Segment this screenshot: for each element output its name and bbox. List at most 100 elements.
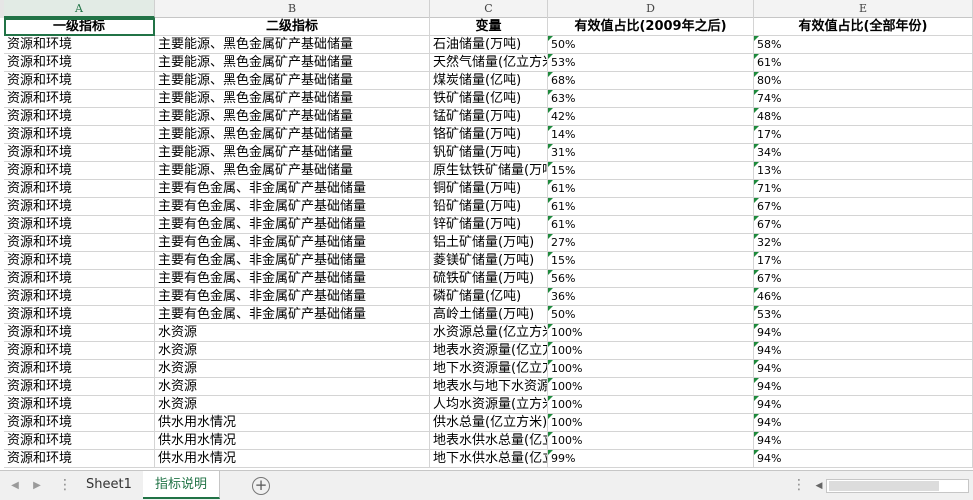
sheet-tab-sheet1[interactable]: Sheet1 <box>74 471 145 499</box>
cell-category[interactable]: 资源和环境 <box>4 36 155 54</box>
cell-valid-ratio-since-2009[interactable]: 50% <box>548 306 754 324</box>
tab-split-handle-icon[interactable]: ⋮ <box>792 477 806 493</box>
cell-category[interactable]: 资源和环境 <box>4 144 155 162</box>
cell-valid-ratio-since-2009[interactable]: 53% <box>548 54 754 72</box>
cell-variable[interactable]: 人均水资源量(立方米/人) <box>430 396 548 414</box>
cell-subcategory[interactable]: 水资源 <box>155 324 430 342</box>
cell-category[interactable]: 资源和环境 <box>4 396 155 414</box>
cell-valid-ratio-since-2009[interactable]: 100% <box>548 378 754 396</box>
cell-valid-ratio-all-years[interactable]: 94% <box>754 396 973 414</box>
cell-valid-ratio-all-years[interactable]: 94% <box>754 360 973 378</box>
cell-valid-ratio-all-years[interactable]: 32% <box>754 234 973 252</box>
cell-valid-ratio-since-2009[interactable]: 100% <box>548 342 754 360</box>
cell-valid-ratio-since-2009[interactable]: 100% <box>548 396 754 414</box>
cell-subcategory[interactable]: 主要能源、黑色金属矿产基础储量 <box>155 162 430 180</box>
cell-subcategory[interactable]: 主要能源、黑色金属矿产基础储量 <box>155 54 430 72</box>
scroll-left-icon[interactable]: ◀ <box>812 479 826 493</box>
column-header-e[interactable]: E <box>754 0 973 18</box>
cell-valid-ratio-all-years[interactable]: 61% <box>754 54 973 72</box>
cell-variable[interactable]: 天然气储量(亿立方米) <box>430 54 548 72</box>
cell-valid-ratio-since-2009[interactable]: 56% <box>548 270 754 288</box>
cell-variable[interactable]: 锰矿储量(万吨) <box>430 108 548 126</box>
cell-valid-ratio-all-years[interactable]: 48% <box>754 108 973 126</box>
cell-subcategory[interactable]: 主要有色金属、非金属矿产基础储量 <box>155 288 430 306</box>
column-header-d[interactable]: D <box>548 0 754 18</box>
cell-subcategory[interactable]: 供水用水情况 <box>155 414 430 432</box>
cell-variable[interactable]: 铁矿储量(亿吨) <box>430 90 548 108</box>
cell-subcategory[interactable]: 主要能源、黑色金属矿产基础储量 <box>155 144 430 162</box>
cell-valid-ratio-all-years[interactable]: 94% <box>754 342 973 360</box>
cell-variable[interactable]: 锌矿储量(万吨) <box>430 216 548 234</box>
cell-category[interactable]: 资源和环境 <box>4 252 155 270</box>
cell-variable[interactable]: 地下水供水总量(亿立方米) <box>430 450 548 468</box>
cell-valid-ratio-since-2009[interactable]: 61% <box>548 180 754 198</box>
cell-valid-ratio-since-2009[interactable]: 61% <box>548 198 754 216</box>
cell-variable[interactable]: 磷矿储量(亿吨) <box>430 288 548 306</box>
cell-category[interactable]: 资源和环境 <box>4 126 155 144</box>
cell-variable[interactable]: 石油储量(万吨) <box>430 36 548 54</box>
cell-subcategory[interactable]: 主要有色金属、非金属矿产基础储量 <box>155 234 430 252</box>
cell-category[interactable]: 资源和环境 <box>4 432 155 450</box>
cell-variable[interactable]: 高岭土储量(万吨) <box>430 306 548 324</box>
cell-category[interactable]: 资源和环境 <box>4 414 155 432</box>
header-cell-d[interactable]: 有效值占比(2009年之后) <box>548 18 754 36</box>
cell-category[interactable]: 资源和环境 <box>4 324 155 342</box>
cell-category[interactable]: 资源和环境 <box>4 180 155 198</box>
cell-subcategory[interactable]: 主要有色金属、非金属矿产基础储量 <box>155 270 430 288</box>
cell-category[interactable]: 资源和环境 <box>4 288 155 306</box>
cell-subcategory[interactable]: 供水用水情况 <box>155 432 430 450</box>
cell-valid-ratio-since-2009[interactable]: 15% <box>548 252 754 270</box>
cell-valid-ratio-since-2009[interactable]: 100% <box>548 432 754 450</box>
header-cell-a[interactable]: 一级指标 <box>4 18 155 36</box>
cell-valid-ratio-all-years[interactable]: 58% <box>754 36 973 54</box>
cell-valid-ratio-all-years[interactable]: 94% <box>754 324 973 342</box>
next-sheet-icon[interactable]: ▶ <box>30 479 44 493</box>
cell-variable[interactable]: 水资源总量(亿立方米) <box>430 324 548 342</box>
cell-category[interactable]: 资源和环境 <box>4 72 155 90</box>
cell-category[interactable]: 资源和环境 <box>4 342 155 360</box>
cell-subcategory[interactable]: 主要有色金属、非金属矿产基础储量 <box>155 252 430 270</box>
cell-variable[interactable]: 硫铁矿储量(万吨) <box>430 270 548 288</box>
cell-valid-ratio-all-years[interactable]: 94% <box>754 450 973 468</box>
cell-valid-ratio-all-years[interactable]: 74% <box>754 90 973 108</box>
tab-overflow-icon[interactable]: ⋮ <box>58 477 72 493</box>
cell-variable[interactable]: 供水总量(亿立方米) <box>430 414 548 432</box>
cell-valid-ratio-all-years[interactable]: 67% <box>754 216 973 234</box>
cell-subcategory[interactable]: 主要能源、黑色金属矿产基础储量 <box>155 36 430 54</box>
cell-category[interactable]: 资源和环境 <box>4 360 155 378</box>
cell-subcategory[interactable]: 主要有色金属、非金属矿产基础储量 <box>155 198 430 216</box>
cell-valid-ratio-all-years[interactable]: 13% <box>754 162 973 180</box>
cell-subcategory[interactable]: 主要能源、黑色金属矿产基础储量 <box>155 72 430 90</box>
cell-valid-ratio-all-years[interactable]: 94% <box>754 378 973 396</box>
cell-category[interactable]: 资源和环境 <box>4 234 155 252</box>
cell-valid-ratio-since-2009[interactable]: 100% <box>548 414 754 432</box>
cell-category[interactable]: 资源和环境 <box>4 270 155 288</box>
cell-category[interactable]: 资源和环境 <box>4 162 155 180</box>
cell-valid-ratio-since-2009[interactable]: 68% <box>548 72 754 90</box>
cell-valid-ratio-all-years[interactable]: 71% <box>754 180 973 198</box>
cell-variable[interactable]: 原生钛铁矿储量(万吨) <box>430 162 548 180</box>
cell-valid-ratio-since-2009[interactable]: 50% <box>548 36 754 54</box>
cell-category[interactable]: 资源和环境 <box>4 108 155 126</box>
cell-subcategory[interactable]: 水资源 <box>155 360 430 378</box>
cell-category[interactable]: 资源和环境 <box>4 216 155 234</box>
cell-valid-ratio-since-2009[interactable]: 100% <box>548 324 754 342</box>
cell-variable[interactable]: 铬矿储量(万吨) <box>430 126 548 144</box>
cell-subcategory[interactable]: 主要有色金属、非金属矿产基础储量 <box>155 306 430 324</box>
header-cell-c[interactable]: 变量 <box>430 18 548 36</box>
cell-valid-ratio-since-2009[interactable]: 27% <box>548 234 754 252</box>
cell-variable[interactable]: 地表水与地下水资源重复量 <box>430 378 548 396</box>
cell-subcategory[interactable]: 主要能源、黑色金属矿产基础储量 <box>155 126 430 144</box>
cell-valid-ratio-all-years[interactable]: 67% <box>754 270 973 288</box>
cell-category[interactable]: 资源和环境 <box>4 378 155 396</box>
cell-subcategory[interactable]: 主要能源、黑色金属矿产基础储量 <box>155 108 430 126</box>
cell-subcategory[interactable]: 主要能源、黑色金属矿产基础储量 <box>155 90 430 108</box>
header-cell-b[interactable]: 二级指标 <box>155 18 430 36</box>
cell-valid-ratio-since-2009[interactable]: 63% <box>548 90 754 108</box>
cell-valid-ratio-all-years[interactable]: 94% <box>754 414 973 432</box>
cell-variable[interactable]: 地表水供水总量(亿立方米) <box>430 432 548 450</box>
cell-valid-ratio-all-years[interactable]: 34% <box>754 144 973 162</box>
cell-valid-ratio-all-years[interactable]: 94% <box>754 432 973 450</box>
cell-variable[interactable]: 地表水资源量(亿立方米) <box>430 342 548 360</box>
cell-valid-ratio-since-2009[interactable]: 42% <box>548 108 754 126</box>
